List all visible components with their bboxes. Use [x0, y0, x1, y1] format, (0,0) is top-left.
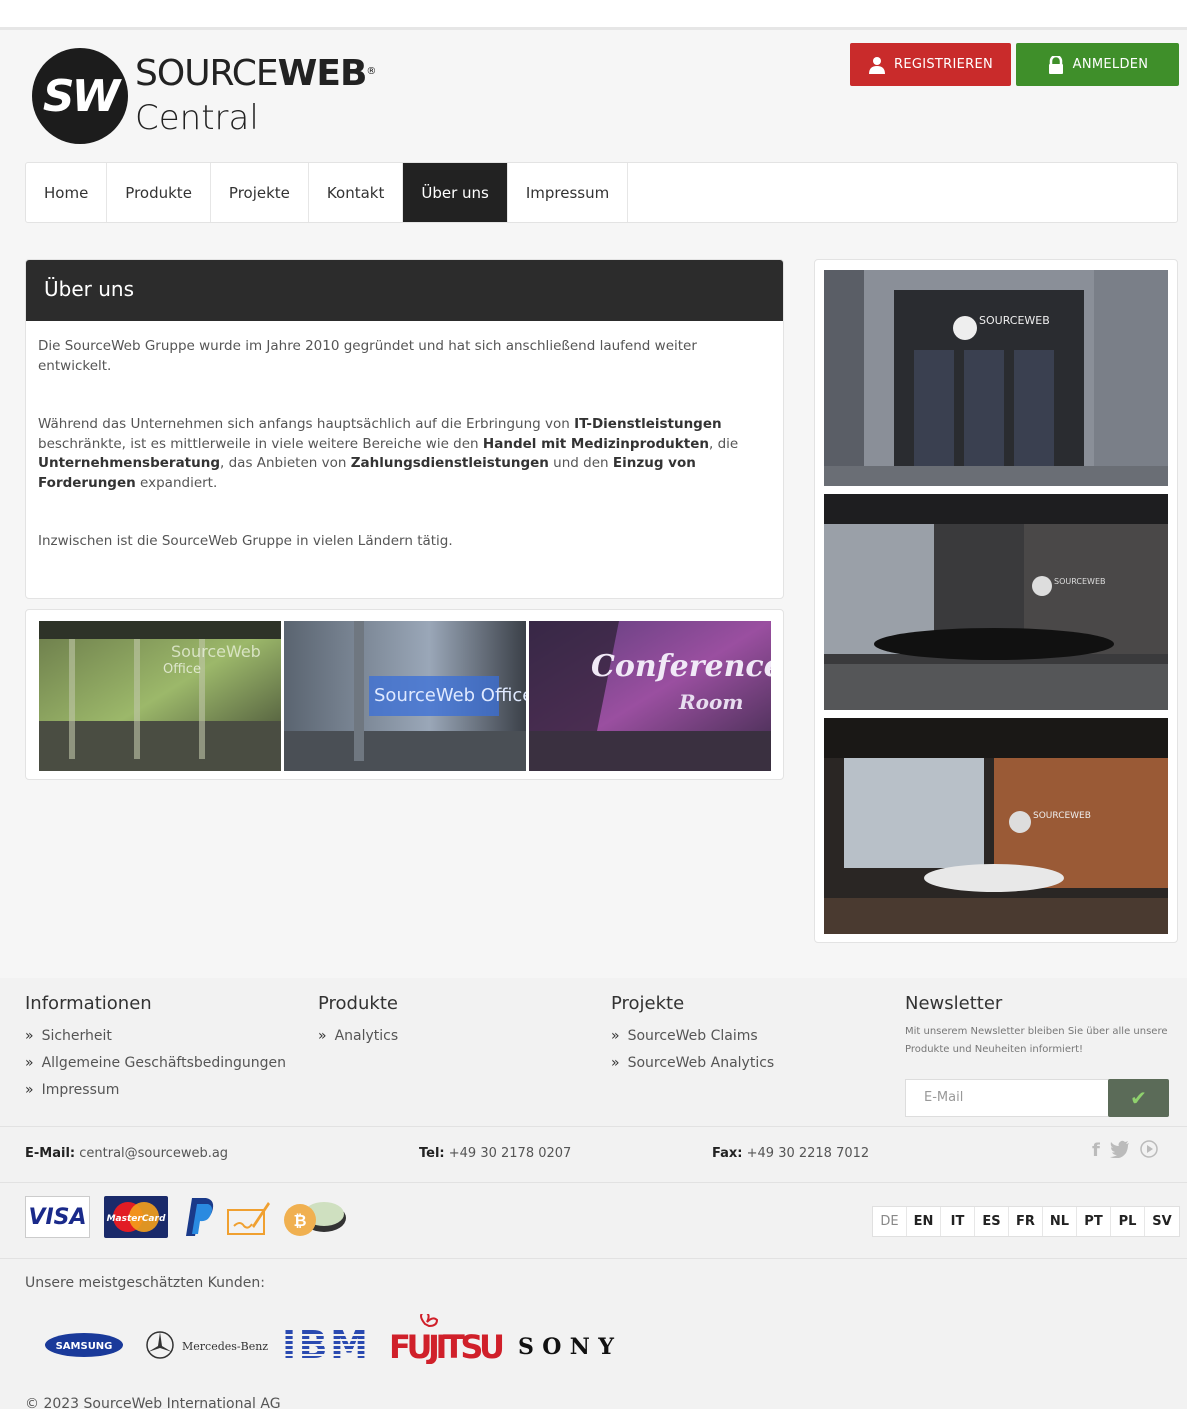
- footer-link-sw-analytics[interactable]: SourceWeb Analytics: [611, 1050, 775, 1077]
- about-title: Über uns: [26, 260, 783, 321]
- newsletter-column: Newsletter Mit unserem Newsletter bleibe…: [905, 993, 1175, 1123]
- main-nav: Home Produkte Projekte Kontakt Über uns …: [25, 162, 1178, 223]
- footer-products-column: Produkte Analytics: [318, 993, 398, 1050]
- contact-email: E-Mail: central@sourceweb.ag: [25, 1146, 229, 1161]
- svg-text:Office: Office: [163, 662, 201, 677]
- language-switcher: DE EN IT ES FR NL PT PL SV: [872, 1206, 1180, 1237]
- side-photo-panel: SOURCEWEB SOURCEWEB SOURCEWEB: [814, 259, 1178, 943]
- svg-text:SOURCEWEB: SOURCEWEB: [979, 314, 1050, 327]
- lang-de[interactable]: DE: [873, 1207, 907, 1236]
- play-icon[interactable]: [1140, 1140, 1158, 1158]
- office-photo-2[interactable]: SourceWeb Office: [284, 621, 526, 771]
- svg-text:Mercedes-Benz: Mercedes-Benz: [182, 1340, 268, 1353]
- building-entrance-photo[interactable]: SOURCEWEB: [824, 270, 1168, 486]
- email-link[interactable]: central@sourceweb.ag: [79, 1146, 228, 1161]
- clients-title: Unsere meistgeschätzten Kunden:: [25, 1275, 265, 1291]
- copyright: © 2023 SourceWeb International AG: [25, 1396, 281, 1409]
- contact-fax: Fax: +49 30 2218 7012: [712, 1146, 870, 1161]
- register-label: REGISTRIEREN: [894, 57, 993, 72]
- newsletter-submit-button[interactable]: ✔: [1108, 1079, 1169, 1117]
- lang-fr[interactable]: FR: [1009, 1207, 1043, 1236]
- svg-text:MasterCard: MasterCard: [107, 1214, 166, 1224]
- footer-link-impressum[interactable]: Impressum: [25, 1077, 286, 1104]
- about-body: Die SourceWeb Gruppe wurde im Jahre 2010…: [26, 321, 783, 598]
- about-paragraph-1: Die SourceWeb Gruppe wurde im Jahre 2010…: [38, 338, 697, 374]
- contact-tel: Tel: +49 30 2178 0207: [419, 1146, 572, 1161]
- office-photo-1[interactable]: SourceWeb Office: [39, 621, 281, 771]
- nav-home[interactable]: Home: [26, 163, 108, 222]
- footer-projects-title: Projekte: [611, 993, 685, 1014]
- lock-icon: [1048, 55, 1063, 74]
- user-icon: [869, 56, 885, 74]
- lounge-room-photo[interactable]: SOURCEWEB: [824, 718, 1168, 934]
- lang-it[interactable]: IT: [941, 1207, 975, 1236]
- ibm-logo: IBM: [282, 1327, 370, 1363]
- divider: [0, 1126, 1187, 1127]
- meeting-room-photo[interactable]: SOURCEWEB: [824, 494, 1168, 710]
- svg-text:SourceWeb Office: SourceWeb Office: [374, 685, 526, 706]
- footer-products-title: Produkte: [318, 993, 398, 1014]
- svg-text:₿: ₿: [293, 1211, 306, 1230]
- newsletter-title: Newsletter: [905, 993, 1003, 1014]
- lang-sv[interactable]: SV: [1145, 1207, 1179, 1236]
- invoice-icon: [227, 1202, 270, 1235]
- twitter-icon[interactable]: [1109, 1140, 1130, 1158]
- footer-link-claims[interactable]: SourceWeb Claims: [611, 1023, 774, 1050]
- nav-ueber-uns[interactable]: Über uns: [403, 163, 508, 222]
- svg-text:FUJITSU: FUJITSU: [389, 1328, 505, 1364]
- check-icon: ✔: [1130, 1086, 1147, 1110]
- lang-en[interactable]: EN: [907, 1207, 941, 1236]
- divider: [0, 1258, 1187, 1259]
- samsung-logo: SAMSUNG: [45, 1333, 123, 1357]
- lang-es[interactable]: ES: [975, 1207, 1009, 1236]
- mastercard-icon: MasterCard: [104, 1196, 168, 1238]
- lang-pt[interactable]: PT: [1077, 1207, 1111, 1236]
- bitcoin-icon: ₿: [284, 1202, 346, 1236]
- lang-pl[interactable]: PL: [1111, 1207, 1145, 1236]
- logo-subtitle: Central: [135, 98, 259, 138]
- sony-logo: SONY: [518, 1334, 614, 1360]
- about-paragraph-2: Während das Unternehmen sich anfangs hau…: [38, 416, 739, 491]
- logo-wordmark[interactable]: SOURCEWEB®: [135, 54, 376, 94]
- footer-projects-column: Projekte SourceWeb Claims SourceWeb Anal…: [611, 993, 774, 1077]
- svg-text:SOURCEWEB: SOURCEWEB: [1033, 811, 1091, 821]
- fujitsu-logo: FUJITSU: [389, 1314, 505, 1364]
- svg-text:SourceWeb: SourceWeb: [171, 642, 261, 661]
- social-links: f: [1092, 1140, 1158, 1161]
- footer-link-analytics[interactable]: Analytics: [318, 1023, 399, 1050]
- facebook-icon[interactable]: f: [1092, 1140, 1100, 1161]
- svg-text:SAMSUNG: SAMSUNG: [56, 1341, 113, 1352]
- svg-text:SONY: SONY: [518, 1334, 614, 1360]
- logo-mark[interactable]: SW: [32, 48, 128, 144]
- about-paragraph-3: Inzwischen ist die SourceWeb Gruppe in v…: [38, 533, 453, 549]
- login-label: ANMELDEN: [1072, 57, 1149, 72]
- footer-link-agb[interactable]: Allgemeine Geschäftsbedingungen: [25, 1050, 286, 1077]
- nav-kontakt[interactable]: Kontakt: [309, 163, 404, 222]
- office-gallery: SourceWeb Office SourceWeb Office Confer…: [25, 609, 784, 780]
- login-button[interactable]: ANMELDEN: [1016, 43, 1179, 86]
- top-bar: [0, 0, 1187, 30]
- footer-link-sicherheit[interactable]: Sicherheit: [25, 1023, 286, 1050]
- svg-text:Room: Room: [678, 690, 743, 714]
- svg-text:SOURCEWEB: SOURCEWEB: [1054, 577, 1105, 586]
- footer: Informationen Sicherheit Allgemeine Gesc…: [0, 978, 1187, 1409]
- paypal-icon: [186, 1198, 214, 1236]
- nav-produkte[interactable]: Produkte: [107, 163, 211, 222]
- lang-nl[interactable]: NL: [1043, 1207, 1077, 1236]
- divider: [0, 1182, 1187, 1183]
- mercedes-logo: Mercedes-Benz: [146, 1331, 268, 1359]
- newsletter-text: Mit unserem Newsletter bleiben Sie über …: [905, 1026, 1168, 1055]
- visa-icon: VISA: [25, 1196, 90, 1238]
- footer-info-title: Informationen: [25, 993, 152, 1014]
- footer-info-column: Informationen Sicherheit Allgemeine Gesc…: [25, 993, 286, 1104]
- nav-impressum[interactable]: Impressum: [508, 163, 629, 222]
- svg-text:Conference: Conference: [591, 649, 771, 684]
- conference-room-photo[interactable]: Conference Room: [529, 621, 771, 771]
- about-panel: Über uns Die SourceWeb Gruppe wurde im J…: [25, 259, 784, 599]
- nav-projekte[interactable]: Projekte: [211, 163, 309, 222]
- newsletter-email-input[interactable]: E-Mail: [905, 1079, 1109, 1117]
- register-button[interactable]: REGISTRIEREN: [850, 43, 1011, 86]
